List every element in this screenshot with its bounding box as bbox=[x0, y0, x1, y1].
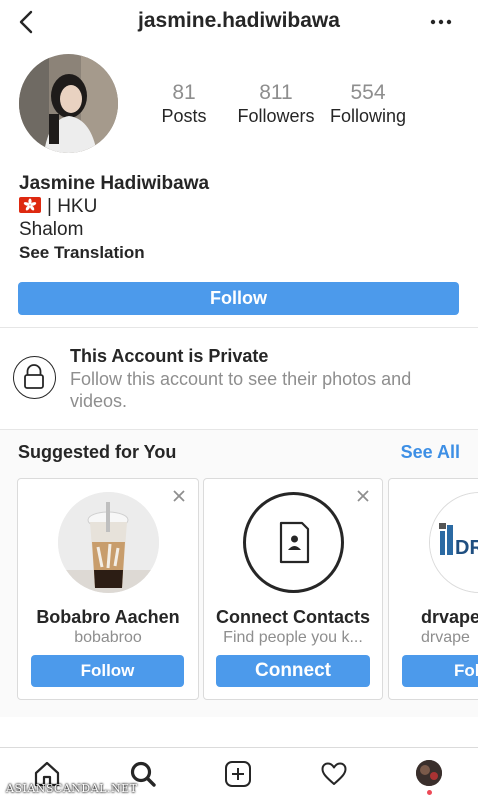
new-post-icon bbox=[225, 761, 251, 787]
close-icon bbox=[357, 490, 369, 502]
more-options-button[interactable] bbox=[428, 12, 454, 32]
suggestion-username: drvape bbox=[421, 629, 470, 646]
followers-count[interactable]: 811 Followers bbox=[236, 80, 316, 127]
suggestion-subtitle: Find people you k... bbox=[223, 629, 363, 646]
watermark: ASIANSCANDAL.NET bbox=[6, 782, 138, 795]
profile-avatar[interactable] bbox=[19, 54, 118, 153]
divider bbox=[0, 327, 478, 328]
more-horizontal-icon bbox=[430, 19, 452, 25]
suggestion-name: Connect Contacts bbox=[215, 607, 370, 627]
activity-heart-icon bbox=[321, 762, 347, 785]
contact-book-icon bbox=[279, 521, 310, 564]
suggestion-avatar[interactable] bbox=[58, 492, 159, 593]
connect-button[interactable]: Connect bbox=[216, 655, 370, 687]
lock-icon bbox=[24, 364, 44, 389]
tab-profile[interactable] bbox=[416, 760, 442, 786]
bio-text-1: | HKU bbox=[47, 196, 98, 217]
divider bbox=[0, 429, 478, 430]
close-icon bbox=[173, 490, 185, 502]
bio-line-2: Shalom bbox=[19, 219, 84, 240]
follow-button[interactable]: Follow bbox=[18, 282, 459, 315]
profile-avatar-icon bbox=[416, 760, 442, 786]
suggestion-username: bobabroo bbox=[74, 629, 142, 646]
followers-value: 811 bbox=[259, 81, 293, 104]
dismiss-suggestion-button[interactable] bbox=[172, 489, 186, 503]
suggested-title: Suggested for You bbox=[18, 442, 177, 462]
private-lock-badge bbox=[13, 356, 56, 399]
connect-contacts-card[interactable]: Connect Contacts Find people you k... Co… bbox=[203, 478, 383, 700]
drvape-logo: DR bbox=[430, 493, 478, 592]
see-translation-link[interactable]: See Translation bbox=[19, 241, 459, 264]
following-count[interactable]: 554 Following bbox=[328, 80, 408, 127]
suggestion-name: drvape bbox=[421, 607, 478, 627]
suggestion-card[interactable]: DR drvape drvape Fol bbox=[388, 478, 478, 700]
tab-new-post[interactable] bbox=[224, 760, 252, 788]
tab-activity[interactable] bbox=[320, 760, 348, 788]
suggestion-avatar[interactable]: DR bbox=[429, 492, 478, 593]
see-all-link[interactable]: See All bbox=[401, 442, 460, 463]
svg-text:DR: DR bbox=[455, 537, 478, 559]
suggestion-follow-button[interactable]: Follow bbox=[31, 655, 184, 687]
notification-dot bbox=[427, 790, 432, 795]
bubble-tea-photo bbox=[58, 492, 159, 593]
posts-value: 81 bbox=[172, 81, 196, 104]
following-label: Following bbox=[329, 106, 407, 126]
dismiss-suggestion-button[interactable] bbox=[356, 489, 370, 503]
private-account-title: This Account is Private bbox=[70, 346, 269, 366]
profile-photo bbox=[19, 54, 118, 153]
private-account-subtitle: Follow this account to see their photos … bbox=[70, 369, 412, 411]
followers-label: Followers bbox=[237, 106, 315, 126]
suggestion-name: Bobabro Aachen bbox=[36, 607, 180, 627]
posts-label: Posts bbox=[161, 106, 207, 126]
bio-section: Jasmine Hadiwibawa | HKU Shalom See Tran… bbox=[19, 172, 459, 264]
suggestion-follow-button[interactable]: Fol bbox=[402, 655, 478, 687]
suggestion-card[interactable]: Bobabro Aachen bobabroo Follow bbox=[17, 478, 199, 700]
contacts-badge bbox=[243, 492, 344, 593]
hong-kong-flag-icon bbox=[19, 197, 41, 213]
posts-count: 81 Posts bbox=[156, 80, 212, 127]
full-name: Jasmine Hadiwibawa bbox=[19, 173, 210, 194]
top-bar: jasmine.hadiwibawa bbox=[0, 0, 478, 44]
page-title: jasmine.hadiwibawa bbox=[138, 9, 340, 32]
bio-line-1: | HKU bbox=[19, 195, 459, 218]
following-value: 554 bbox=[350, 81, 386, 104]
